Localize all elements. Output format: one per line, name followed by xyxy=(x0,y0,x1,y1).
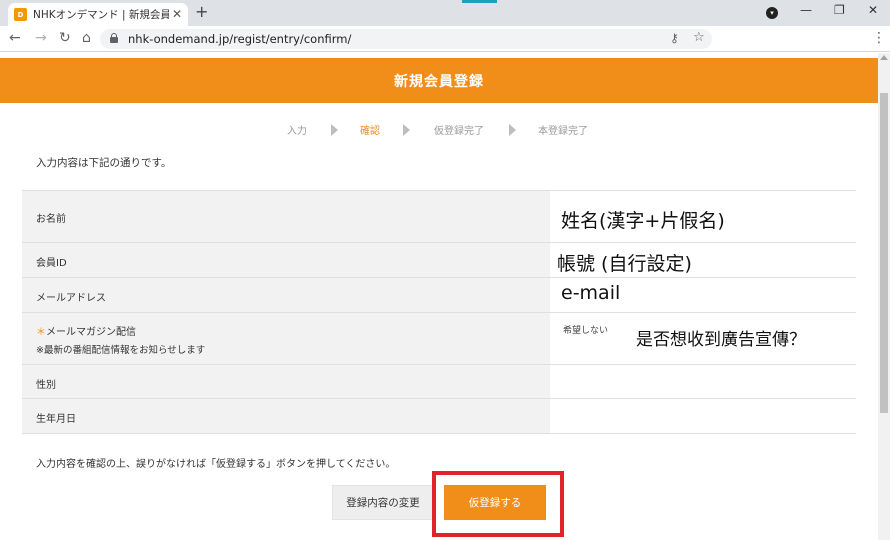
birthday-label: 生年月日 xyxy=(36,414,76,425)
browser-menu-icon[interactable]: ⋮ xyxy=(872,30,886,46)
email-annotation: e-mail xyxy=(561,282,621,304)
lock-icon[interactable] xyxy=(110,33,118,43)
gender-label: 性別 xyxy=(36,380,56,391)
page-header: 新規会員登録 xyxy=(0,58,878,103)
birthday-value xyxy=(550,399,856,433)
scroll-up-icon[interactable] xyxy=(880,55,888,60)
back-arrow-icon[interactable]: ← xyxy=(9,30,21,46)
member-id-label: 会員ID xyxy=(36,258,67,269)
step-indicator: 入力 確認 仮登録完了 本登録完了 xyxy=(0,122,878,138)
minimize-button[interactable]: — xyxy=(800,3,812,17)
table-row-email: メールアドレス xyxy=(22,278,856,313)
magazine-value: 希望しない xyxy=(563,326,609,336)
magazine-label: メールマガジン配信 xyxy=(46,327,136,338)
step-input: 入力 xyxy=(287,126,307,137)
gender-value xyxy=(550,365,856,398)
tab-close-icon[interactable]: ✕ xyxy=(172,7,182,21)
step-arrow-icon xyxy=(331,124,338,136)
member-id-annotation: 帳號 (自行設定) xyxy=(557,253,692,275)
scroll-thumb[interactable] xyxy=(880,93,888,413)
tab-title: NHKオンデマンド | 新規会員登録 xyxy=(33,9,169,21)
magazine-label-group: ＊メールマガジン配信 ※最新の番組配信情報をお知らせします xyxy=(36,323,205,356)
browser-tab-bar: D NHKオンデマンド | 新規会員登録 ✕ + ▾ — ❐ ✕ xyxy=(0,0,890,26)
address-bar: ← → ↻ ⌂ nhk-ondemand.jp/regist/entry/con… xyxy=(0,26,890,52)
name-label: お名前 xyxy=(36,214,66,225)
step-provisional: 仮登録完了 xyxy=(434,126,484,137)
step-arrow-icon xyxy=(403,124,410,136)
name-annotation: 姓名(漢字+片假名) xyxy=(561,210,725,232)
browser-tab[interactable]: D NHKオンデマンド | 新規会員登録 ✕ xyxy=(8,3,188,26)
url-text: nhk-ondemand.jp/regist/entry/confirm/ xyxy=(128,32,352,46)
home-icon[interactable]: ⌂ xyxy=(82,30,91,46)
table-row-name: お名前 xyxy=(22,191,856,243)
tab-strip-accent xyxy=(462,0,497,3)
step-complete: 本登録完了 xyxy=(538,126,588,137)
step-confirm: 確認 xyxy=(360,126,380,137)
change-entry-button[interactable]: 登録内容の変更 xyxy=(332,485,434,520)
magazine-annotation: 是否想收到廣告宣傳？ xyxy=(636,330,806,350)
email-label: メールアドレス xyxy=(36,293,106,304)
intro-text: 入力内容は下記の通りです。 xyxy=(36,157,172,169)
table-row-gender: 性別 xyxy=(22,365,856,399)
table-row-birthday: 生年月日 xyxy=(22,399,856,434)
key-icon[interactable]: ⚷ xyxy=(670,31,679,45)
window-close-button[interactable]: ✕ xyxy=(868,3,878,17)
page-title: 新規会員登録 xyxy=(394,73,484,90)
required-mark: ＊ xyxy=(36,327,46,338)
forward-arrow-icon[interactable]: → xyxy=(35,30,47,46)
table-row-member-id: 会員ID xyxy=(22,243,856,278)
maximize-button[interactable]: ❐ xyxy=(834,3,845,17)
confirm-note: 入力内容を確認の上、誤りがなければ「仮登録する」ボタンを押してください。 xyxy=(36,459,396,470)
magazine-sublabel: ※最新の番組配信情報をお知らせします xyxy=(36,345,206,356)
new-tab-button[interactable]: + xyxy=(195,2,208,21)
profile-icon[interactable]: ▾ xyxy=(766,7,778,19)
favicon-icon: D xyxy=(14,8,27,21)
bookmark-star-icon[interactable]: ☆ xyxy=(693,30,705,45)
highlight-annotation-box xyxy=(432,471,564,537)
step-arrow-icon xyxy=(509,124,516,136)
reload-icon[interactable]: ↻ xyxy=(59,30,71,46)
page-scrollbar[interactable] xyxy=(878,53,890,540)
url-field[interactable]: nhk-ondemand.jp/regist/entry/confirm/ ⚷ … xyxy=(100,29,712,49)
confirm-table: お名前 会員ID メールアドレス ＊メールマガジン配信 ※最新の番組配信情報をお… xyxy=(22,190,856,434)
